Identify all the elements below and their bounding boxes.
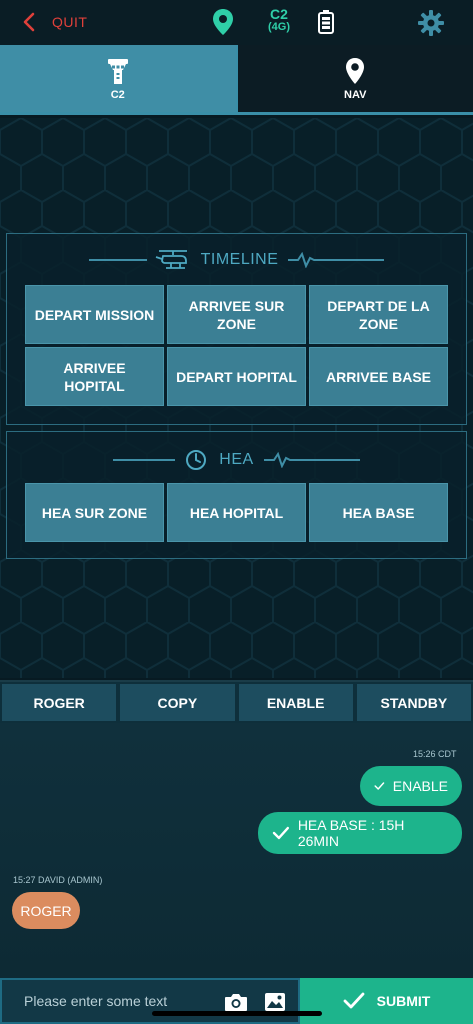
message-text: HEA BASE : 15H 26MIN: [297, 817, 405, 849]
message-bubble-outgoing: HEA BASE : 15H 26MIN: [258, 812, 462, 854]
quick-actions-bar: ROGER COPY ENABLE STANDBY: [0, 680, 473, 723]
message-text: ENABLE: [392, 778, 448, 794]
gear-icon[interactable]: [418, 10, 444, 36]
submit-label: SUBMIT: [376, 993, 431, 1009]
timeline-panel: TIMELINE DEPART MISSION ARRIVEE SUR ZONE…: [6, 233, 467, 425]
hea-panel: HEA HEA SUR ZONE HEA HOPITAL HEA BASE: [6, 431, 467, 559]
hea-hopital-button[interactable]: HEA HOPITAL: [167, 483, 306, 542]
tab-nav[interactable]: NAV: [235, 45, 473, 112]
map-pin-icon: [213, 9, 233, 35]
hea-header: HEA: [7, 449, 466, 471]
home-indicator: [152, 1011, 322, 1016]
pulse-line-icon: [263, 452, 360, 468]
network-status: C2 (4G): [264, 6, 294, 33]
control-tower-icon: [107, 58, 128, 84]
chat-area[interactable]: 15:26 CDT ENABLE HEA BASE : 15H 26MIN 15…: [0, 723, 473, 978]
arrivee-base-button[interactable]: ARRIVEE BASE: [309, 347, 448, 406]
timeline-header: TIMELINE: [7, 248, 466, 272]
tab-nav-label: NAV: [344, 88, 367, 101]
battery-icon: [318, 10, 334, 34]
message-input[interactable]: [24, 993, 214, 1009]
check-icon: [343, 992, 365, 1009]
arrivee-hopital-button[interactable]: ARRIVEE HOPITAL: [25, 347, 164, 406]
map-pin-icon: [346, 57, 365, 84]
top-bar: QUIT C2 (4G): [0, 0, 473, 45]
network-sub-label: (4G): [268, 21, 290, 33]
depart-de-la-zone-button[interactable]: DEPART DE LA ZONE: [309, 285, 448, 344]
enable-button[interactable]: ENABLE: [236, 682, 355, 723]
message-bubble-incoming: ROGER: [12, 892, 80, 929]
roger-button[interactable]: ROGER: [0, 682, 119, 723]
quit-label: QUIT: [52, 14, 88, 30]
quit-button[interactable]: QUIT: [18, 10, 87, 34]
depart-hopital-button[interactable]: DEPART HOPITAL: [167, 347, 306, 406]
message-text: ROGER: [20, 902, 72, 919]
message-input-container: [0, 978, 300, 1024]
hea-sur-zone-button[interactable]: HEA SUR ZONE: [25, 483, 164, 542]
tab-bar: C2 NAV: [0, 45, 473, 115]
pulse-line-icon: [288, 252, 385, 268]
check-icon: [272, 826, 290, 840]
message-bubble-outgoing: ENABLE: [360, 766, 462, 806]
composer-bar: SUBMIT: [0, 978, 473, 1024]
network-label: C2: [270, 6, 288, 22]
timeline-grid: DEPART MISSION ARRIVEE SUR ZONE DEPART D…: [25, 285, 448, 406]
tab-c2[interactable]: C2: [0, 45, 236, 112]
submit-button[interactable]: SUBMIT: [300, 978, 473, 1024]
hea-grid: HEA SUR ZONE HEA HOPITAL HEA BASE: [25, 483, 448, 542]
camera-icon[interactable]: [224, 992, 248, 1012]
clock-icon: [186, 450, 207, 470]
depart-mission-button[interactable]: DEPART MISSION: [25, 285, 164, 344]
copy-button[interactable]: COPY: [118, 682, 237, 723]
chevron-left-icon: [23, 12, 35, 32]
image-gallery-icon[interactable]: [264, 992, 286, 1012]
header-line-left: [113, 459, 176, 461]
helicopter-icon: [155, 250, 187, 269]
timeline-title: TIMELINE: [200, 251, 279, 268]
header-line-left: [88, 259, 147, 261]
tab-c2-label: C2: [110, 88, 125, 101]
outgoing-timestamp: 15:26 CDT: [413, 749, 457, 759]
hea-base-button[interactable]: HEA BASE: [309, 483, 448, 542]
hea-title: HEA: [219, 451, 254, 468]
standby-button[interactable]: STANDBY: [354, 682, 473, 723]
incoming-sender-meta: 15:27 DAVID (ADMIN): [13, 875, 103, 885]
arrivee-sur-zone-button[interactable]: ARRIVEE SUR ZONE: [167, 285, 306, 344]
check-icon: [374, 782, 385, 790]
